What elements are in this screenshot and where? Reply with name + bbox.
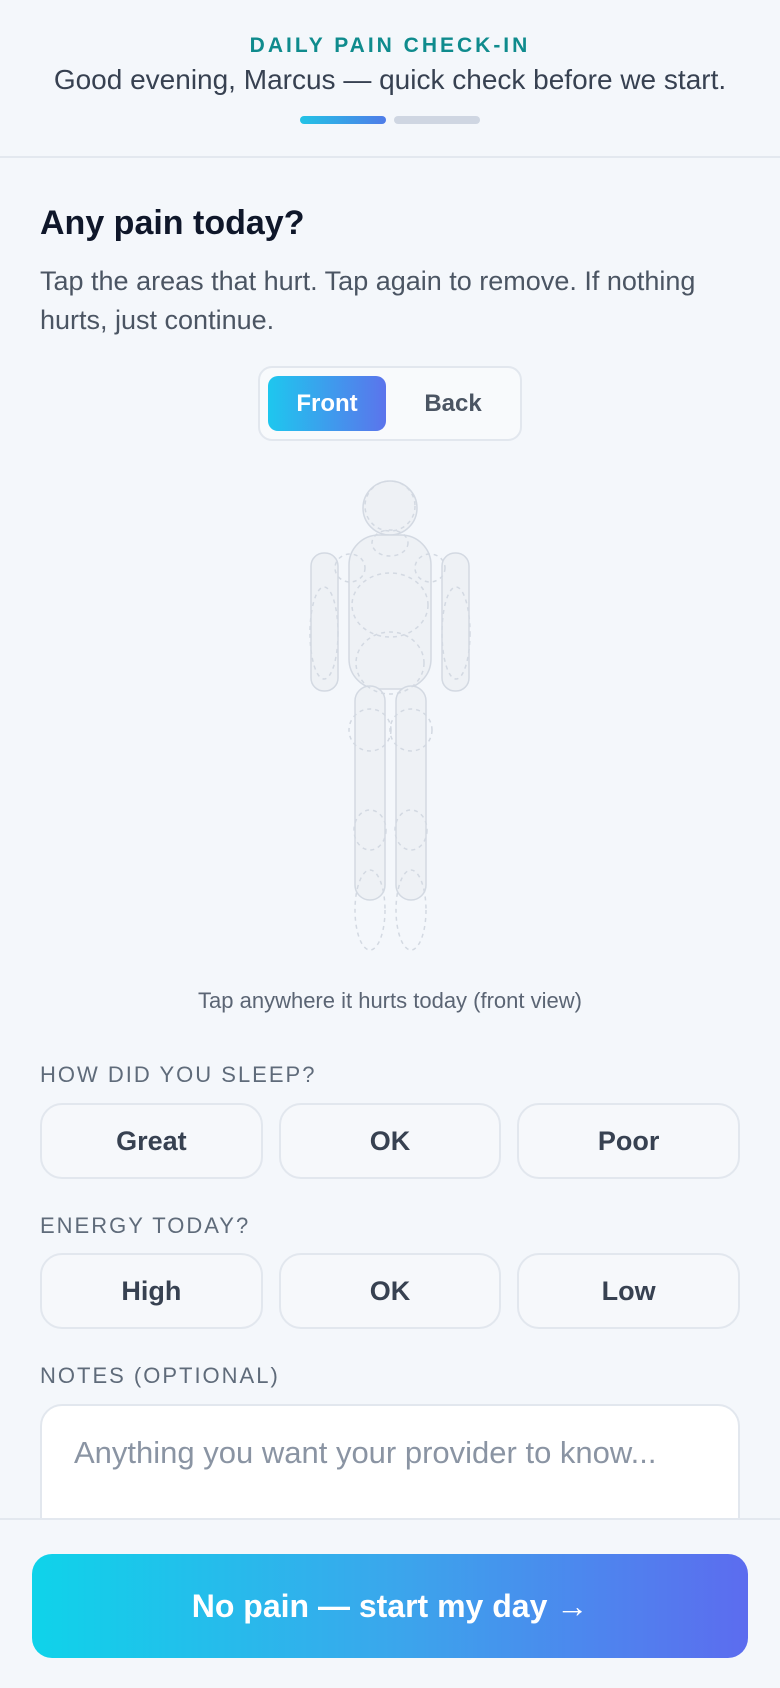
progress-step-2 bbox=[394, 116, 480, 124]
energy-low-button[interactable]: Low bbox=[517, 1253, 741, 1329]
sleep-ok-button[interactable]: OK bbox=[278, 1103, 502, 1179]
sleep-poor-button[interactable]: Poor bbox=[517, 1103, 741, 1179]
left-arm-region[interactable] bbox=[310, 552, 339, 692]
energy-ok-button[interactable]: OK bbox=[278, 1253, 502, 1329]
notes-placeholder: Anything you want your provider to know.… bbox=[74, 1435, 657, 1470]
sleep-great-button[interactable]: Great bbox=[40, 1103, 263, 1179]
body-map bbox=[309, 480, 471, 951]
right-leg-region[interactable] bbox=[395, 685, 427, 901]
back-view-button[interactable]: Back bbox=[394, 376, 512, 431]
right-arm-region[interactable] bbox=[441, 552, 470, 692]
header: DAILY PAIN CHECK-IN Good evening, Marcus… bbox=[0, 0, 780, 158]
energy-label: ENERGY TODAY? bbox=[40, 1213, 251, 1238]
sleep-label: HOW DID YOU SLEEP? bbox=[40, 1062, 317, 1087]
energy-options: High OK Low bbox=[40, 1253, 741, 1329]
body-map-caption: Tap anywhere it hurts today (front view) bbox=[198, 988, 582, 1013]
view-toggle: Front Back bbox=[258, 366, 522, 441]
page-subtitle: Tap the areas that hurt. Tap again to re… bbox=[40, 266, 696, 335]
page-title: Any pain today? bbox=[40, 204, 305, 242]
eyebrow-label: DAILY PAIN CHECK-IN bbox=[249, 34, 531, 57]
front-view-button[interactable]: Front bbox=[268, 376, 386, 431]
energy-high-button[interactable]: High bbox=[40, 1253, 263, 1329]
left-leg-region[interactable] bbox=[354, 685, 386, 901]
torso-region[interactable] bbox=[348, 534, 432, 690]
start-day-button[interactable]: No pain — start my day → bbox=[32, 1554, 748, 1658]
sleep-options: Great OK Poor bbox=[40, 1103, 741, 1179]
notes-label: NOTES (OPTIONAL) bbox=[40, 1363, 280, 1388]
step-progress bbox=[300, 116, 480, 124]
progress-step-1 bbox=[300, 116, 386, 124]
footer-bar: No pain — start my day → bbox=[0, 1518, 780, 1688]
greeting-text: Good evening, Marcus — quick check befor… bbox=[53, 64, 727, 95]
